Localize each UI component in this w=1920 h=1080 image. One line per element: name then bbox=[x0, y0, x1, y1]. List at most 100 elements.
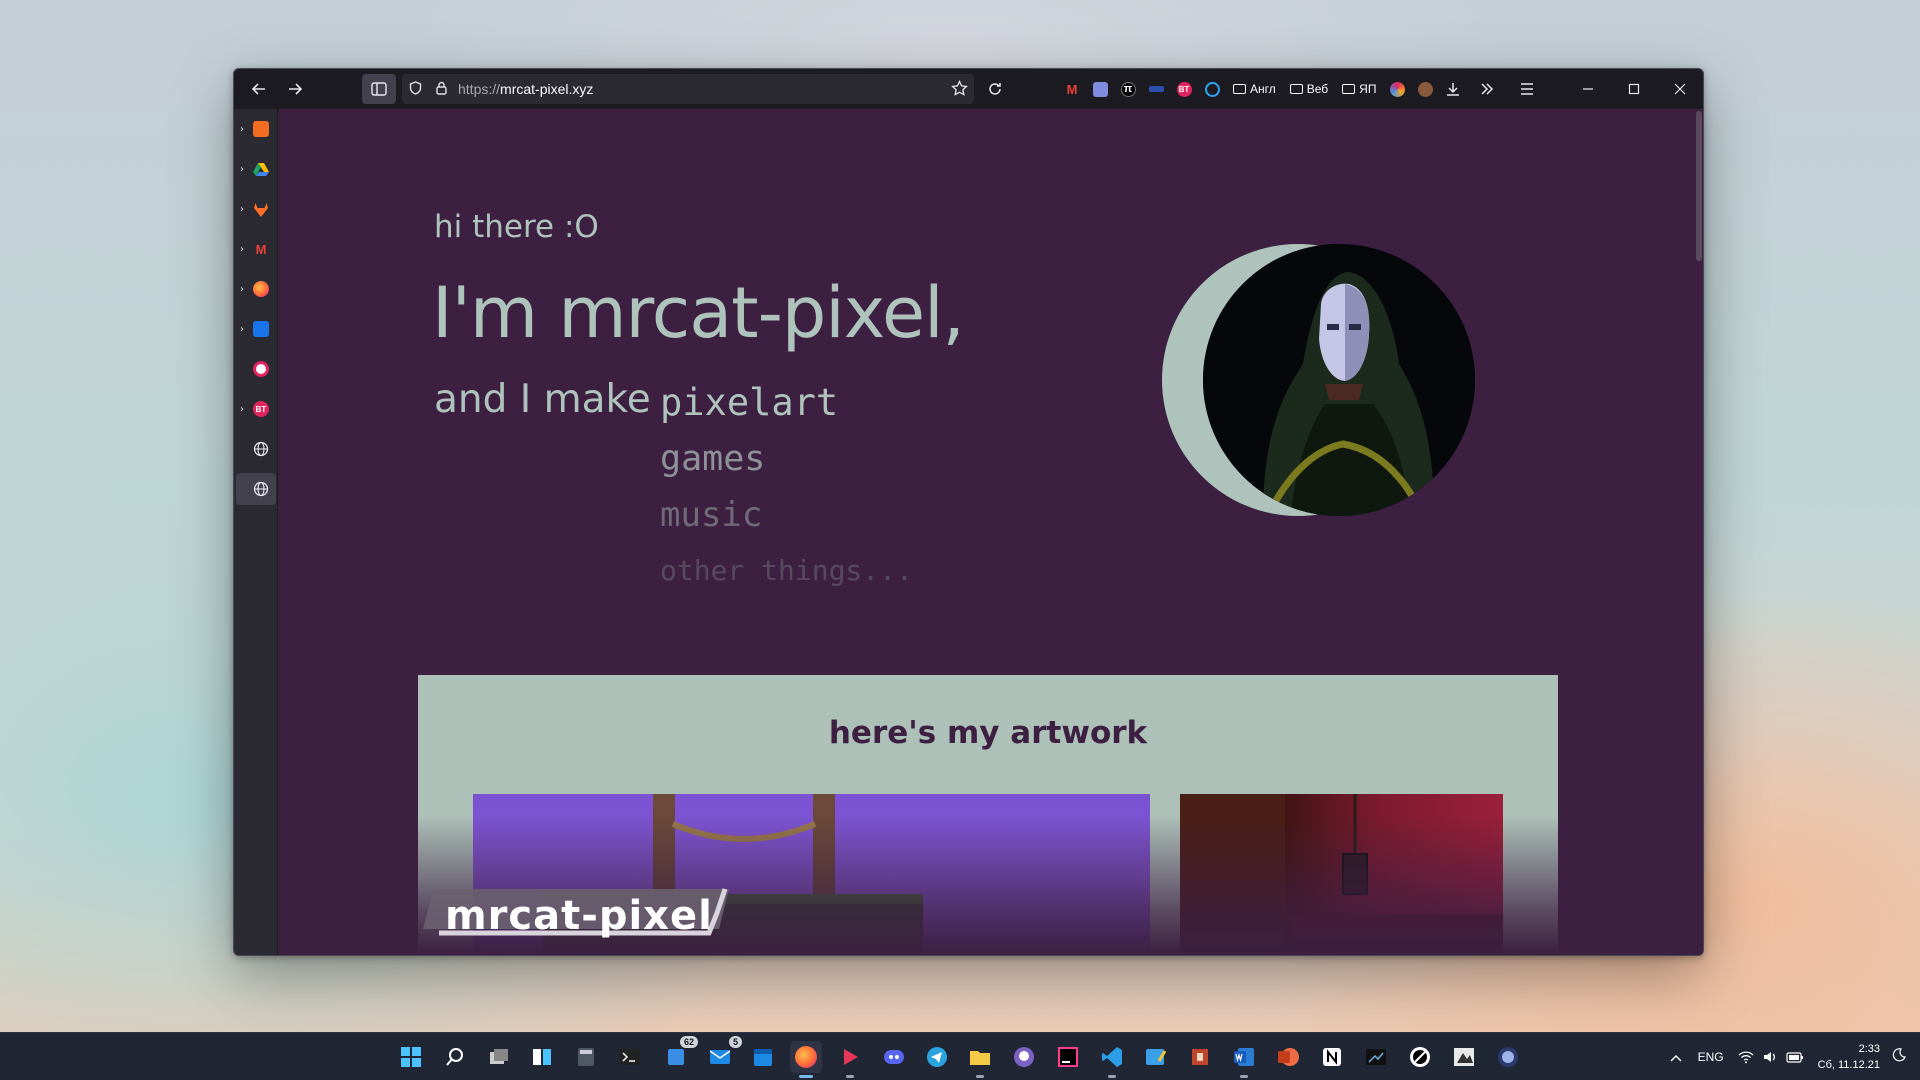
quick-settings[interactable] bbox=[1738, 1050, 1804, 1064]
word-app[interactable] bbox=[1228, 1041, 1260, 1078]
extension-4[interactable] bbox=[1144, 77, 1168, 101]
notion-app[interactable] bbox=[1316, 1041, 1348, 1073]
vscode-app[interactable] bbox=[1096, 1041, 1128, 1078]
sidebar-item-web-2[interactable] bbox=[236, 473, 276, 505]
app-22[interactable] bbox=[1404, 1041, 1436, 1073]
extension-pi[interactable]: π bbox=[1116, 77, 1140, 101]
start-button[interactable] bbox=[395, 1041, 427, 1073]
close-icon bbox=[1674, 83, 1686, 95]
terminal-app[interactable] bbox=[614, 1041, 646, 1073]
sidebar-item-bt[interactable]: › BT bbox=[236, 393, 276, 425]
sidebar-item-1[interactable]: › bbox=[236, 113, 276, 145]
sidebar-item-drive[interactable]: › bbox=[236, 153, 276, 185]
url-text[interactable]: https://mrcat-pixel.xyz bbox=[458, 81, 593, 97]
site-logo[interactable]: mrcat-pixel bbox=[419, 885, 789, 943]
lock-icon[interactable] bbox=[428, 81, 454, 98]
reload-button[interactable] bbox=[978, 74, 1012, 104]
github-app[interactable] bbox=[1008, 1041, 1040, 1073]
search-button[interactable] bbox=[439, 1041, 471, 1073]
telegram-app[interactable] bbox=[921, 1041, 953, 1073]
jetbrains-app[interactable] bbox=[1052, 1041, 1084, 1073]
notes-app[interactable]: 62 bbox=[660, 1036, 698, 1073]
notifications-icon[interactable] bbox=[1892, 1047, 1906, 1067]
app-icon bbox=[1410, 1047, 1430, 1067]
powerpoint-icon bbox=[1278, 1048, 1299, 1066]
task-view-button[interactable] bbox=[483, 1041, 515, 1073]
logo-text: mrcat-pixel bbox=[445, 893, 713, 939]
sidebar-item-messages[interactable]: › bbox=[236, 313, 276, 345]
clock[interactable]: 2:33 Сб, 11.12.21 bbox=[1818, 1041, 1880, 1073]
calculator-app[interactable] bbox=[570, 1041, 602, 1073]
sidebar-item-gmail[interactable]: › M bbox=[236, 233, 276, 265]
thing-item: other things... bbox=[660, 554, 913, 587]
paint-app[interactable] bbox=[1140, 1041, 1172, 1073]
minimize-button[interactable] bbox=[1565, 69, 1611, 109]
chevron-right-icon: › bbox=[240, 123, 244, 135]
bookmark-folder-3[interactable]: ЯП bbox=[1337, 77, 1381, 101]
jetbrains-icon bbox=[1058, 1047, 1078, 1067]
sidebar-item-firefox[interactable]: › bbox=[236, 273, 276, 305]
calendar-app[interactable] bbox=[747, 1041, 779, 1073]
terminal-icon bbox=[620, 1049, 640, 1065]
bookmark-folder-1[interactable]: Англ bbox=[1228, 77, 1281, 101]
file-explorer-app[interactable] bbox=[964, 1041, 996, 1078]
extension-gmail[interactable]: M bbox=[1060, 77, 1084, 101]
snap-layout-app[interactable] bbox=[526, 1041, 558, 1073]
app-icon bbox=[253, 121, 269, 137]
folder-icon bbox=[1342, 84, 1356, 94]
window-controls bbox=[1565, 69, 1703, 109]
app-icon bbox=[1454, 1048, 1474, 1066]
notification-badge: 5 bbox=[728, 1036, 742, 1048]
app-23[interactable] bbox=[1448, 1041, 1480, 1073]
maximize-button[interactable] bbox=[1611, 69, 1657, 109]
discord-app[interactable] bbox=[878, 1041, 910, 1073]
language-indicator[interactable]: ENG bbox=[1698, 1050, 1724, 1064]
extension-palette[interactable] bbox=[1385, 77, 1409, 101]
github-icon bbox=[1014, 1047, 1034, 1067]
bookmark-star-icon[interactable] bbox=[951, 79, 968, 100]
unity-app[interactable] bbox=[1360, 1041, 1392, 1073]
extension-avatar[interactable] bbox=[1413, 77, 1437, 101]
sidebar-item-gitlab[interactable]: › bbox=[236, 193, 276, 225]
chevron-right-icon: › bbox=[240, 403, 244, 415]
forward-button[interactable] bbox=[278, 74, 312, 104]
chat-icon bbox=[253, 321, 269, 337]
thing-item: pixelart bbox=[660, 381, 839, 424]
chevron-right-icon: › bbox=[240, 243, 244, 255]
firefox-icon bbox=[795, 1046, 817, 1068]
menu-button[interactable] bbox=[1515, 77, 1539, 101]
firefox-app[interactable] bbox=[790, 1041, 822, 1078]
media-player-app[interactable] bbox=[834, 1041, 866, 1078]
minimize-icon bbox=[1583, 88, 1593, 90]
gmail-icon: M bbox=[255, 241, 267, 257]
shield-icon[interactable] bbox=[402, 80, 428, 98]
task-view-icon bbox=[490, 1049, 508, 1064]
extension-2[interactable] bbox=[1088, 77, 1112, 101]
extension-bt[interactable]: BT bbox=[1172, 77, 1196, 101]
back-button[interactable] bbox=[242, 74, 276, 104]
aseprite-app[interactable] bbox=[1184, 1041, 1216, 1073]
app-24[interactable] bbox=[1492, 1041, 1524, 1073]
downloads-button[interactable] bbox=[1441, 77, 1465, 101]
thing-item: music bbox=[660, 495, 763, 535]
avatar bbox=[1162, 244, 1492, 519]
close-button[interactable] bbox=[1657, 69, 1703, 109]
extension-opera[interactable] bbox=[1200, 77, 1224, 101]
overflow-button[interactable] bbox=[1475, 77, 1499, 101]
sidebar-item-opera[interactable] bbox=[236, 353, 276, 385]
telegram-icon bbox=[927, 1047, 947, 1067]
bookmark-folder-2[interactable]: Веб bbox=[1285, 77, 1333, 101]
sidebar-toggle-button[interactable] bbox=[362, 74, 396, 104]
firefox-icon bbox=[253, 281, 269, 297]
avatar-image bbox=[1203, 244, 1475, 516]
url-bar[interactable]: https://mrcat-pixel.xyz bbox=[402, 74, 974, 104]
arrow-right-icon bbox=[289, 83, 303, 95]
page-scrollbar[interactable] bbox=[1695, 109, 1703, 955]
powerpoint-app[interactable] bbox=[1272, 1041, 1304, 1073]
sidebar-item-web-1[interactable] bbox=[236, 433, 276, 465]
chevron-up-icon[interactable] bbox=[1670, 1049, 1682, 1065]
scrollbar-thumb[interactable] bbox=[1696, 111, 1702, 261]
mail-app[interactable]: 5 bbox=[704, 1036, 742, 1073]
headline: I'm mrcat-pixel, bbox=[432, 272, 965, 354]
unity-icon bbox=[1366, 1049, 1386, 1065]
